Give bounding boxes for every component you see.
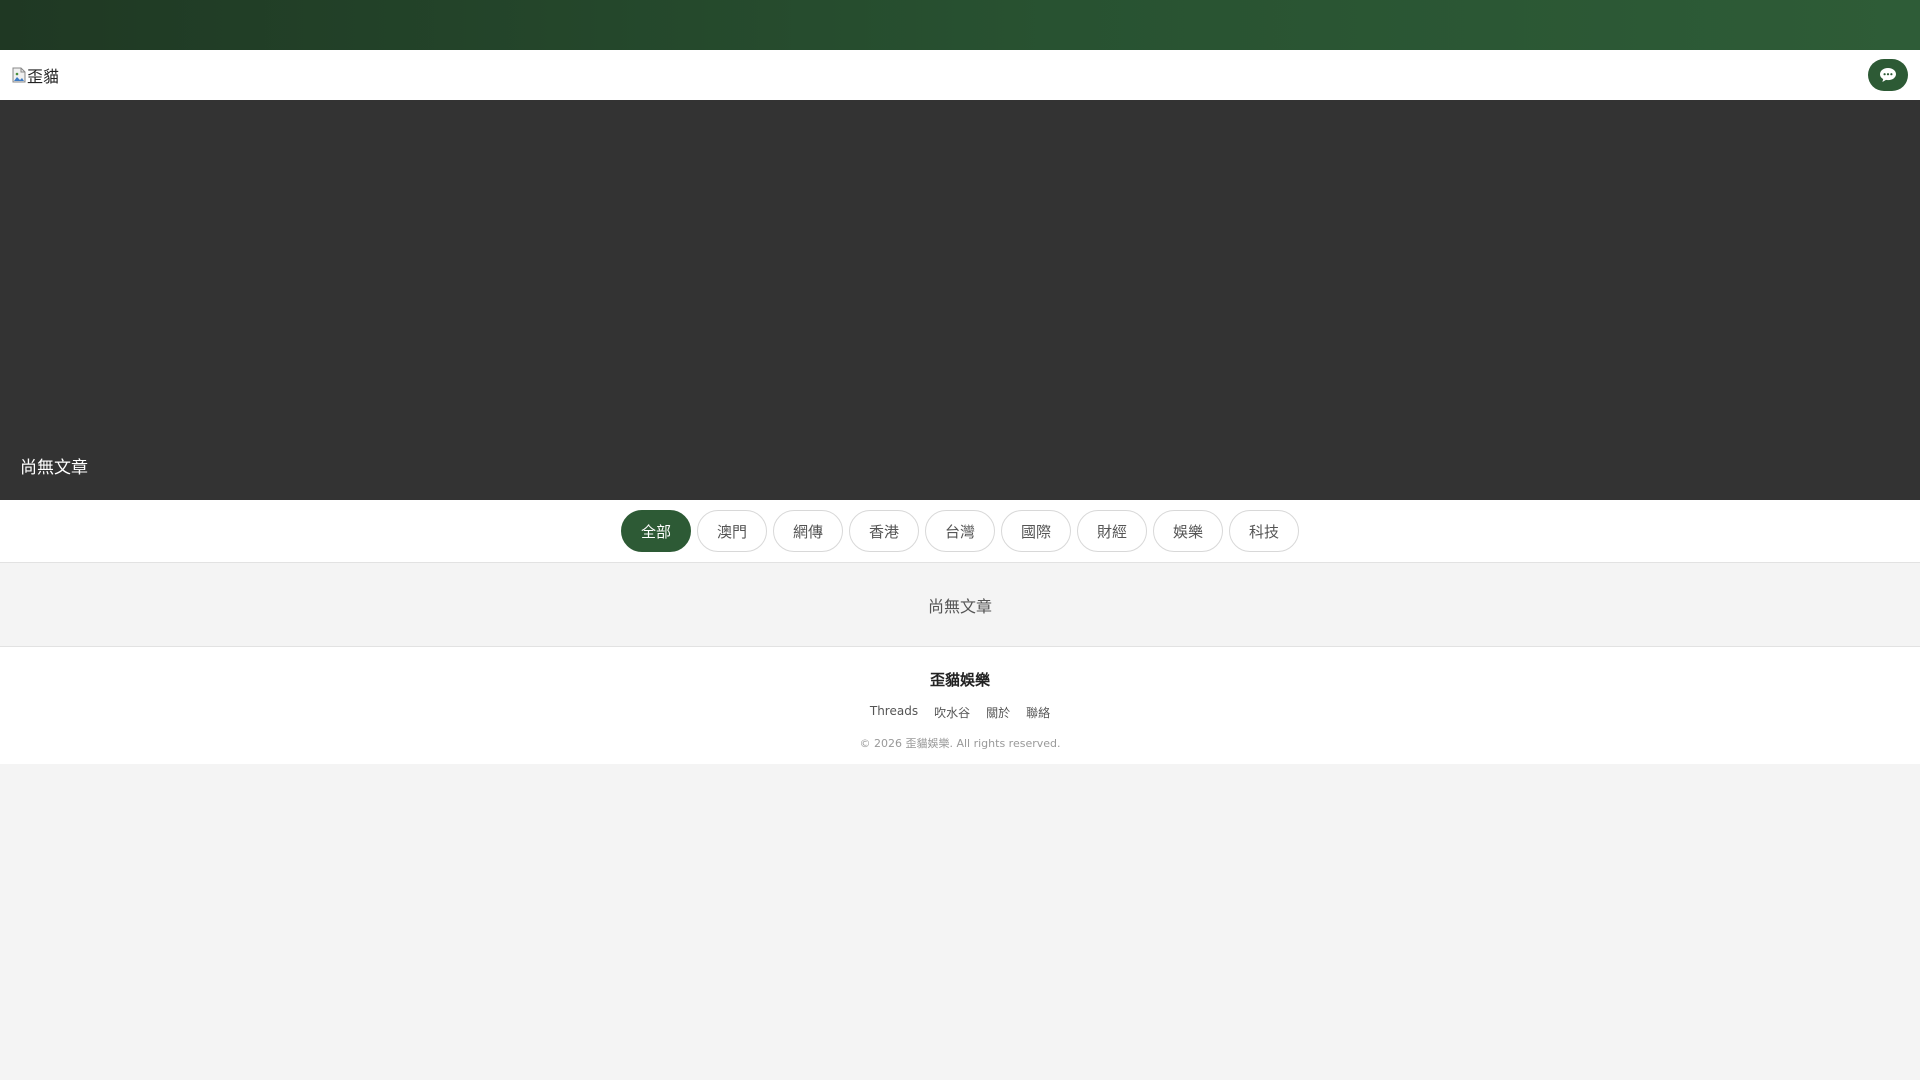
footer-link-contact[interactable]: 聯絡: [1026, 704, 1050, 721]
hero-banner: 尚無文章: [0, 100, 1920, 500]
logo-alt-text: 歪貓: [27, 67, 60, 86]
hero-empty-text: 尚無文章: [20, 458, 88, 478]
footer-copyright: © 2026 歪貓娛樂. All rights reserved.: [859, 737, 1061, 750]
speech-bubble-icon: [1880, 68, 1896, 82]
category-tab-international[interactable]: 國際: [1001, 510, 1071, 552]
category-tab-viral[interactable]: 網傳: [773, 510, 843, 552]
category-nav: 全部 澳門 網傳 香港 台灣 國際 財經 娛樂 科技: [0, 500, 1920, 563]
footer-link-threads[interactable]: Threads: [870, 704, 918, 721]
category-tab-taiwan[interactable]: 台灣: [925, 510, 995, 552]
footer-links: Threads 吹水谷 關於 聯絡: [0, 704, 1920, 721]
site-footer: 歪貓娛樂 Threads 吹水谷 關於 聯絡 © 2026 歪貓娛樂. All …: [0, 647, 1920, 764]
category-tab-all[interactable]: 全部: [621, 510, 691, 552]
broken-image-icon: [12, 67, 26, 83]
category-tab-macau[interactable]: 澳門: [697, 510, 767, 552]
category-tab-tech[interactable]: 科技: [1229, 510, 1299, 552]
footer-brand: 歪貓娛樂: [929, 671, 990, 689]
articles-empty-text: 尚無文章: [927, 596, 992, 616]
chat-button[interactable]: [1868, 59, 1908, 91]
footer-link-about[interactable]: 關於: [986, 704, 1010, 721]
category-tab-entertainment[interactable]: 娛樂: [1153, 510, 1223, 552]
footer-link-forum[interactable]: 吹水谷: [934, 704, 970, 721]
category-tab-hongkong[interactable]: 香港: [849, 510, 919, 552]
category-tab-finance[interactable]: 財經: [1077, 510, 1147, 552]
site-logo[interactable]: 歪貓: [12, 63, 59, 87]
site-header: 歪貓: [0, 50, 1920, 100]
top-banner: [0, 0, 1920, 50]
article-list: 尚無文章: [0, 563, 1920, 647]
